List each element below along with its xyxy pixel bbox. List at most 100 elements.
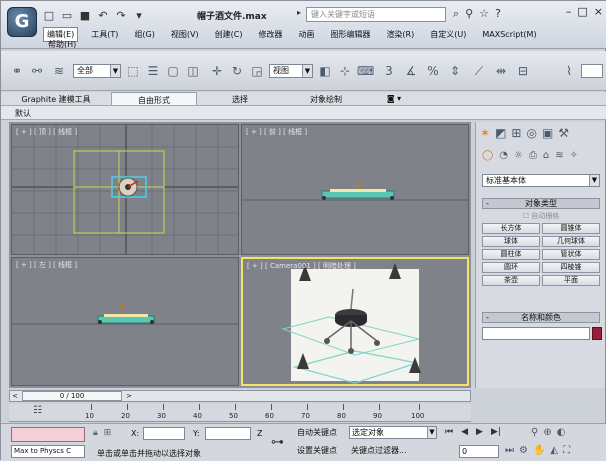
- cameras-icon[interactable]: ⎙: [529, 150, 537, 161]
- select-by-name-icon[interactable]: ☰: [145, 63, 161, 79]
- box-button[interactable]: 长方体: [482, 223, 540, 234]
- menu-graph-editors[interactable]: 图形编辑器: [327, 28, 373, 41]
- window-crossing-icon[interactable]: ◫: [185, 63, 201, 79]
- project-icon[interactable]: ▾: [133, 9, 145, 22]
- object-type-rollout[interactable]: - 对象类型: [482, 198, 600, 209]
- new-file-icon[interactable]: □: [43, 9, 55, 22]
- display-tab-icon[interactable]: ▣: [542, 126, 553, 140]
- binoculars-icon[interactable]: ⌕: [453, 7, 459, 21]
- viewport-label[interactable]: [ + ] [ Camera001 ] [ 明暗处理 ]: [247, 261, 356, 271]
- rect-selection-icon[interactable]: ▢: [165, 63, 181, 79]
- snap-toggle-icon[interactable]: 3: [381, 63, 397, 79]
- shapes-icon[interactable]: ◔: [499, 150, 508, 161]
- teapot-button[interactable]: 茶壶: [482, 275, 540, 286]
- minimize-icon[interactable]: –: [566, 5, 572, 18]
- application-button[interactable]: G: [7, 7, 37, 37]
- search-input[interactable]: 键入关键字或短语: [306, 7, 446, 22]
- zoom-all-icon[interactable]: ⊕: [543, 427, 551, 438]
- select-object-icon[interactable]: ⬚: [125, 63, 141, 79]
- cylinder-button[interactable]: 圆柱体: [482, 249, 540, 260]
- utilities-tab-icon[interactable]: ⚒: [558, 126, 569, 140]
- save-icon[interactable]: ■: [79, 9, 91, 22]
- viewport-camera[interactable]: [ + ] [ Camera001 ] [ 明暗处理 ]: [241, 257, 469, 386]
- unlink-icon[interactable]: ⚯: [29, 63, 45, 79]
- undo-icon[interactable]: ↶: [97, 9, 109, 22]
- play-icon[interactable]: ▶: [476, 427, 483, 437]
- viewport-left[interactable]: [ + ] [ 左 ] [ 线框 ]: [11, 257, 239, 386]
- field-of-view-icon[interactable]: ◭: [550, 445, 558, 456]
- plane-button[interactable]: 平面: [542, 275, 600, 286]
- y-coordinate-input[interactable]: [205, 427, 251, 440]
- key-mode-icon[interactable]: ⏭: [505, 445, 514, 456]
- lock-selection-icon[interactable]: 🔒︎: [93, 428, 98, 438]
- reference-coord-select[interactable]: 视图 ▼: [269, 64, 313, 78]
- tube-button[interactable]: 管状体: [542, 249, 600, 260]
- object-color-swatch[interactable]: [592, 327, 602, 340]
- set-key-button[interactable]: 设置关键点: [297, 445, 337, 456]
- chevron-right-icon[interactable]: >: [124, 391, 134, 401]
- track-bar[interactable]: ☷ 10 20 30 40 50 60 70 80 90 100: [9, 404, 471, 422]
- key-selection-select[interactable]: 选定对象 ▼: [349, 426, 437, 439]
- pyramid-button[interactable]: 四棱锥: [542, 262, 600, 273]
- auto-key-button[interactable]: 自动关键点: [297, 427, 337, 438]
- helpers-icon[interactable]: ⌂: [543, 150, 549, 161]
- menu-customize[interactable]: 自定义(U): [427, 28, 469, 41]
- cone-button[interactable]: 圆锥体: [542, 223, 600, 234]
- percent-snap-icon[interactable]: %: [425, 63, 441, 79]
- menu-animation[interactable]: 动画: [295, 28, 317, 41]
- tab-selection[interactable]: 选择: [197, 92, 283, 105]
- menu-help[interactable]: 帮助(H): [48, 39, 76, 50]
- previous-frame-icon[interactable]: ◀: [461, 427, 468, 437]
- create-tab-icon[interactable]: ✶: [480, 126, 490, 140]
- viewport-label[interactable]: [ + ] [ 左 ] [ 线框 ]: [16, 260, 77, 270]
- maxscript-output[interactable]: Max to Physcs C: [11, 445, 85, 458]
- open-file-icon[interactable]: ▭: [61, 9, 73, 22]
- menu-create[interactable]: 创建(C): [212, 28, 246, 41]
- scale-icon[interactable]: ◲: [249, 63, 265, 79]
- bind-spacewarp-icon[interactable]: ≋: [51, 63, 67, 79]
- pan-icon[interactable]: ✋: [533, 445, 545, 456]
- align-icon[interactable]: ⊟: [515, 63, 531, 79]
- motion-tab-icon[interactable]: ◎: [526, 126, 536, 140]
- menu-group[interactable]: 组(G): [131, 28, 157, 41]
- move-icon[interactable]: ✛: [209, 63, 225, 79]
- viewport-front[interactable]: [ + ] [ 前 ] [ 线框 ]: [241, 124, 469, 255]
- edit-named-selection-icon[interactable]: ⟋: [471, 63, 487, 79]
- spinner-snap-icon[interactable]: ⇕: [447, 63, 463, 79]
- help-icon[interactable]: ?: [495, 7, 501, 21]
- tab-object-paint[interactable]: 对象绘制: [283, 92, 369, 105]
- time-slider[interactable]: < 0 / 100 >: [9, 390, 471, 402]
- maxscript-listener-input[interactable]: [11, 427, 85, 442]
- x-coordinate-input[interactable]: [143, 427, 185, 440]
- named-selection-select[interactable]: [581, 64, 603, 78]
- rotate-icon[interactable]: ↻: [229, 63, 245, 79]
- link-icon[interactable]: ⚭: [9, 63, 25, 79]
- chevron-left-icon[interactable]: <: [10, 391, 20, 401]
- sphere-button[interactable]: 球体: [482, 236, 540, 247]
- viewport-top[interactable]: [ + ] [ 顶 ] [ 线框 ]: [11, 124, 239, 255]
- menu-rendering[interactable]: 渲染(R): [383, 28, 417, 41]
- geometry-category-select[interactable]: 标准基本体 ▼: [482, 174, 600, 187]
- tab-graphite-modeling[interactable]: Graphite 建模工具: [1, 92, 111, 105]
- mini-curve-editor-icon[interactable]: ☷: [33, 405, 42, 416]
- go-to-start-icon[interactable]: ⏮: [445, 427, 453, 437]
- tab-freeform[interactable]: 自由形式: [111, 92, 197, 105]
- viewport-label[interactable]: [ + ] [ 顶 ] [ 线框 ]: [16, 127, 77, 137]
- autogrid-checkbox[interactable]: ☐ 自动栅格: [482, 211, 600, 221]
- keyboard-shortcut-icon[interactable]: ⌨: [357, 63, 374, 79]
- menu-modifiers[interactable]: 修改器: [255, 28, 285, 41]
- select-manipulate-icon[interactable]: ⊹: [337, 63, 353, 79]
- menu-maxscript[interactable]: MAXScript(M): [479, 29, 539, 40]
- time-slider-thumb[interactable]: 0 / 100: [22, 391, 122, 401]
- favorites-icon[interactable]: ☆: [479, 7, 489, 21]
- geometry-icon[interactable]: ◯: [482, 150, 493, 161]
- key-icon[interactable]: ⊶: [271, 435, 284, 450]
- subscription-icon[interactable]: ⚲: [465, 7, 473, 21]
- angle-snap-icon[interactable]: ∡: [403, 63, 419, 79]
- torus-button[interactable]: 圆环: [482, 262, 540, 273]
- time-config-icon[interactable]: ⚙: [519, 445, 528, 456]
- ribbon-options-icon[interactable]: ◙ ▾: [369, 92, 419, 105]
- zoom-icon[interactable]: ⚲: [531, 427, 538, 438]
- orbit-icon[interactable]: ◐: [557, 427, 566, 438]
- name-color-rollout[interactable]: - 名称和颜色: [482, 312, 600, 323]
